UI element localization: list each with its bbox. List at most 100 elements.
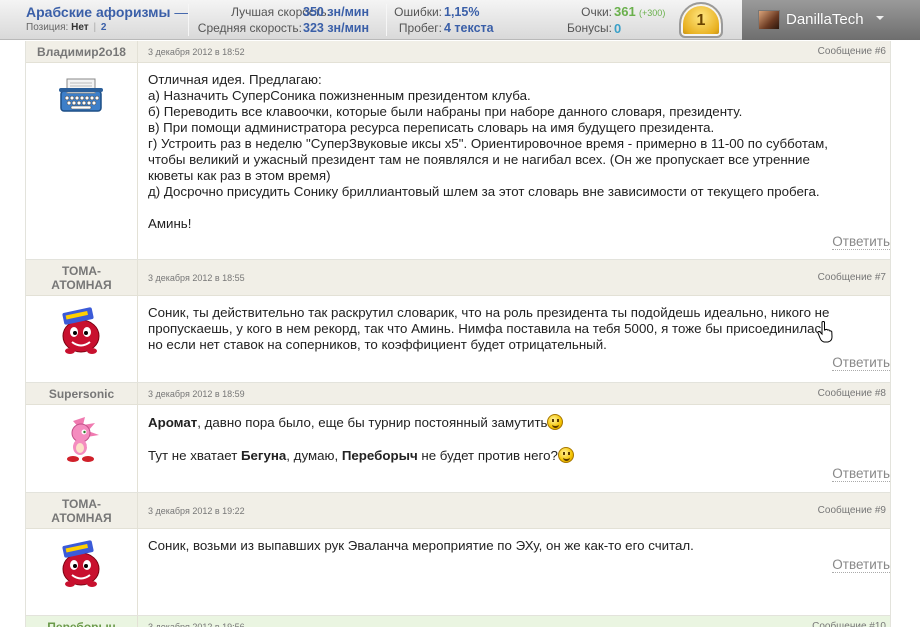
score-bonus: (+300)	[639, 8, 666, 18]
post-author[interactable]: ТОМА- АТОМНАЯ	[26, 493, 138, 528]
post-text-fragment: , давно пора было, еще бы турнир постоян…	[197, 415, 548, 430]
reply-link[interactable]: Ответить	[832, 355, 890, 371]
score-label: Очки:	[581, 5, 612, 19]
post-line: Соник, ты действительно так раскрутил сл…	[148, 305, 830, 320]
post-line: а) Назначить СуперСоника пожизненным пре…	[148, 88, 531, 103]
post-date: 3 декабря 2012 в 19:22	[148, 505, 245, 516]
post-author[interactable]: ТОМА- АТОМНАЯ	[26, 260, 138, 295]
mention-user: Бегуна	[240, 448, 287, 463]
post-text-fragment: не будет против него?	[417, 448, 558, 463]
reply-link[interactable]: Ответить	[832, 466, 890, 482]
errors-value: 1,15%	[444, 5, 480, 19]
position-value: Нет	[71, 22, 89, 33]
post-line: кюветы как раз в этом время)	[148, 168, 331, 183]
post-line: Соник, возьми из выпавших рук Эваланча м…	[148, 538, 694, 553]
pink-hedgehog-avatar	[61, 417, 100, 462]
post-line: чтобы великий и ужасный президент там не…	[148, 152, 810, 167]
username[interactable]: DanillaTech	[786, 11, 864, 28]
avg-speed-label: Средняя скорость:	[197, 21, 302, 35]
grin-emoji-icon	[557, 447, 574, 463]
post-number-link[interactable]: Сообщение #7	[818, 260, 886, 295]
score-value: 361	[614, 4, 636, 19]
post-line: б) Переводить все клавоочки, которые был…	[148, 104, 743, 119]
post-line: Отличная идея. Предлагаю:	[148, 72, 322, 87]
score-label-wrap: Очки:	[560, 5, 612, 19]
post-line: но если нет ставок на соперников, то коэ…	[148, 337, 607, 352]
post-line: Тут не хватает Бегуна, думаю, Переборыч …	[148, 447, 882, 464]
post-number-link[interactable]: Сообщение #8	[818, 383, 886, 404]
post-date: 3 декабря 2012 в 18:52	[148, 46, 245, 57]
position-label: Позиция:	[26, 22, 69, 33]
reply-link[interactable]: Ответить	[832, 234, 890, 250]
mention-user: Аромат	[148, 415, 198, 430]
post-text-fragment: , думаю,	[286, 448, 342, 463]
chevron-down-icon[interactable]	[876, 16, 884, 20]
mileage-label: Пробег:	[398, 21, 442, 35]
reply-link[interactable]: Ответить	[832, 557, 890, 573]
post-author[interactable]: Переборыч	[26, 616, 138, 627]
user-avatar[interactable]	[758, 10, 780, 30]
post-author[interactable]: Supersonic	[26, 383, 138, 404]
post-line: г) Устроить раз в неделю "СуперЗвуковые …	[148, 136, 829, 151]
divider	[188, 4, 189, 36]
avg-speed-label-wrap: Средняя скорость:	[190, 21, 302, 35]
position-line: Позиция: Нет | 2	[26, 22, 106, 33]
bonus-label: Бонусы:	[567, 21, 612, 35]
post-header: ТОМА- АТОМНАЯ 3 декабря 2012 в 19:22 Сооб…	[26, 493, 890, 529]
post-text: Отличная идея. Предлагаю: а) Назначить С…	[148, 63, 890, 232]
top-status-bar: Арабские афоризмы — Позиция: Нет | 2 Луч…	[0, 0, 920, 40]
post-text: Соник, возьми из выпавших рук Эваланча м…	[148, 529, 890, 554]
bonus-value: 0	[614, 21, 622, 36]
author-column	[26, 63, 138, 259]
forum-post: Переборыч 3 декабря 2012 в 19:56 Сообщен…	[26, 616, 890, 627]
author-name-part: ТОМА-	[61, 496, 101, 511]
best-speed-value: 350 зн/мин	[303, 5, 370, 19]
forum-posts: Владимир2о18 3 декабря 2012 в 18:52 Сооб…	[25, 41, 891, 627]
errors-label: Ошибки:	[394, 5, 442, 19]
position-count[interactable]: 2	[101, 22, 107, 33]
game-title-link[interactable]: Арабские афоризмы	[26, 4, 170, 20]
post-text: Соник, ты действительно так раскрутил сл…	[148, 296, 890, 353]
author-name-part: ТОМА-	[61, 263, 101, 278]
post-line: Аромат, давно пора было, еще бы турнир п…	[148, 414, 882, 431]
post-body: Аромат, давно пора было, еще бы турнир п…	[26, 405, 890, 492]
mileage-value: 4 текста	[444, 21, 494, 35]
post-header: Владимир2о18 3 декабря 2012 в 18:52 Сооб…	[26, 41, 890, 63]
author-column	[26, 405, 138, 492]
post-number-link[interactable]: Сообщение #10	[812, 616, 886, 627]
forum-post: ТОМА- АТОМНАЯ 3 декабря 2012 в 18:55 Сооб…	[26, 260, 890, 383]
post-number-link[interactable]: Сообщение #6	[818, 41, 886, 62]
hand-cursor-icon	[817, 321, 833, 343]
forum-post: ТОМА- АТОМНАЯ 3 декабря 2012 в 19:22 Сооб…	[26, 493, 890, 616]
post-date: 3 декабря 2012 в 18:59	[148, 388, 245, 399]
author-name-part: АТОМНАЯ	[51, 510, 112, 525]
smile-emoji-icon	[547, 414, 564, 430]
author-column	[26, 296, 138, 382]
post-header: Переборыч 3 декабря 2012 в 19:56 Сообщен…	[26, 616, 890, 627]
post-text-fragment: Тут не хватает	[148, 448, 241, 463]
red-devil-avatar	[62, 540, 100, 587]
forum-post: Supersonic 3 декабря 2012 в 18:59 Сообще…	[26, 383, 890, 493]
post-date: 3 декабря 2012 в 18:55	[148, 272, 245, 283]
errors-label-wrap: Ошибки:	[394, 5, 442, 19]
post-line: Аминь!	[148, 216, 192, 231]
red-devil-avatar	[62, 307, 100, 354]
post-body: Соник, ты действительно так раскрутил сл…	[26, 296, 890, 382]
post-line	[148, 200, 882, 216]
post-body: Отличная идея. Предлагаю: а) Назначить С…	[26, 63, 890, 259]
rank-badge-icon[interactable]: 1	[679, 2, 723, 38]
divider	[386, 4, 387, 36]
avg-speed-value: 323 зн/мин	[303, 21, 370, 35]
post-header: ТОМА- АТОМНАЯ 3 декабря 2012 в 18:55 Сооб…	[26, 260, 890, 296]
author-column	[26, 529, 138, 615]
game-title-line: Арабские афоризмы —	[26, 4, 188, 20]
post-author[interactable]: Владимир2о18	[26, 41, 138, 62]
bonus-label-wrap: Бонусы:	[560, 21, 612, 35]
post-header: Supersonic 3 декабря 2012 в 18:59 Сообще…	[26, 383, 890, 405]
title-dash: —	[174, 4, 189, 20]
post-number-link[interactable]: Сообщение #9	[818, 493, 886, 528]
post-body: Соник, возьми из выпавших рук Эваланча м…	[26, 529, 890, 615]
mention-user: Переборыч	[341, 448, 418, 463]
post-text: Аромат, давно пора было, еще бы турнир п…	[148, 405, 890, 464]
